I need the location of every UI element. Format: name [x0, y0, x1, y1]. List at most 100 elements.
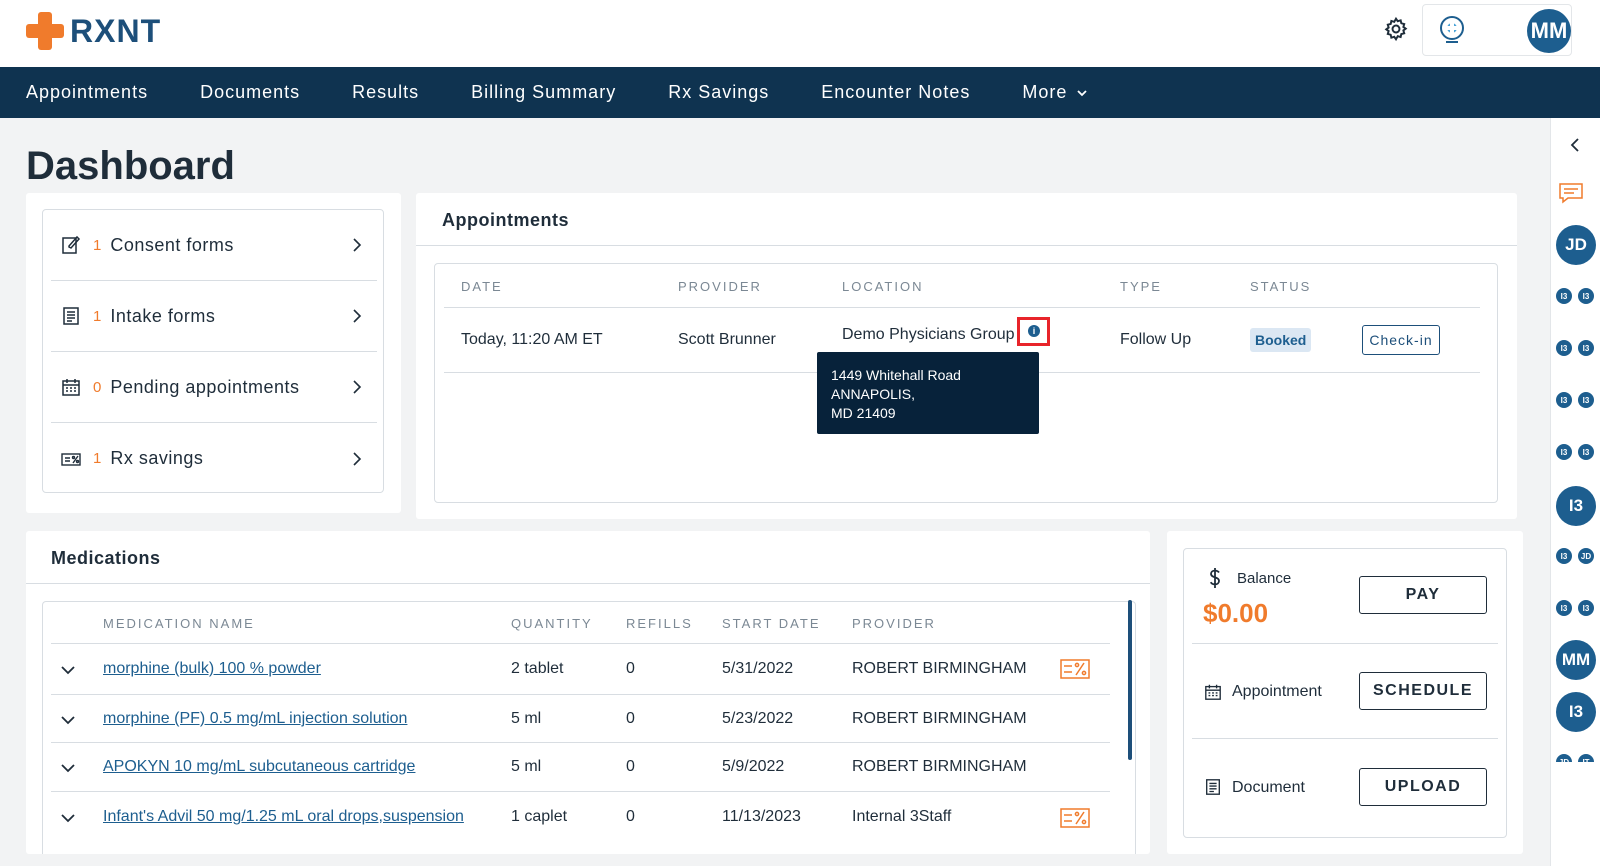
- nav-billing-summary[interactable]: Billing Summary: [471, 82, 616, 103]
- medication-start-date: 5/23/2022: [722, 710, 794, 727]
- divider: [51, 791, 1110, 792]
- consent-form-icon: [62, 235, 81, 254]
- sidebar-mini-avatar[interactable]: I3: [1578, 288, 1594, 304]
- collapse-chevron-icon[interactable]: [1569, 138, 1581, 152]
- col-date: DATE: [461, 279, 503, 294]
- rxnt-logo[interactable]: RXNT: [26, 12, 161, 50]
- balance-label: Balance: [1237, 570, 1292, 587]
- location-tooltip: 1449 Whitehall Road ANNAPOLIS, MD 21409: [817, 352, 1039, 434]
- quick-link-pending-appointments[interactable]: 0 Pending appointments: [51, 352, 377, 423]
- appointment-label: Appointment: [1232, 683, 1322, 700]
- sidebar-mini-avatar[interactable]: I3: [1578, 392, 1594, 408]
- sidebar-mini-avatar[interactable]: I3: [1556, 444, 1572, 460]
- medication-provider: ROBERT BIRMINGHAM: [852, 758, 1027, 775]
- user-avatar[interactable]: MM: [1527, 9, 1571, 53]
- info-icon: i: [1028, 325, 1040, 337]
- sidebar-mini-avatar[interactable]: I3: [1556, 340, 1572, 356]
- sidebar-mini-avatar[interactable]: JD: [1578, 548, 1594, 564]
- chevron-down-icon: [1077, 89, 1087, 96]
- nav-more-label: More: [1022, 82, 1068, 102]
- quick-link-rx-savings[interactable]: 1 Rx savings: [51, 423, 377, 494]
- medication-link[interactable]: morphine (PF) 0.5 mg/mL injection soluti…: [103, 710, 407, 728]
- col-start-date: START DATE: [722, 616, 821, 631]
- intake-form-icon: [63, 307, 79, 325]
- sidebar-overflow: JD IT: [1556, 754, 1600, 762]
- nav-appointments[interactable]: Appointments: [26, 82, 148, 103]
- sidebar-mini-avatar[interactable]: I3: [1578, 444, 1594, 460]
- intake-forms-count: 1: [93, 307, 102, 325]
- medications-card: Medications: [26, 531, 1150, 854]
- medications-scrollbar[interactable]: [1128, 600, 1132, 760]
- expand-row-icon[interactable]: [61, 665, 75, 675]
- expand-row-icon[interactable]: [61, 813, 75, 823]
- rx-savings-count: 1: [93, 450, 102, 467]
- col-med-provider: PROVIDER: [852, 616, 936, 631]
- sidebar-mini-avatar[interactable]: IT: [1578, 754, 1594, 762]
- medication-link[interactable]: APOKYN 10 mg/mL subcutaneous cartridge: [103, 758, 415, 776]
- col-location: LOCATION: [842, 279, 924, 294]
- pending-appointments-count: 0: [93, 378, 102, 396]
- document-label: Document: [1232, 779, 1305, 796]
- medication-quantity: 1 caplet: [511, 808, 568, 825]
- document-icon: [1206, 779, 1220, 795]
- appointment-date: Today, 11:20 AM ET: [461, 331, 603, 348]
- medication-quantity: 2 tablet: [511, 660, 564, 677]
- check-in-button[interactable]: Check-in: [1362, 325, 1440, 355]
- sidebar-mini-avatar[interactable]: I3: [1578, 600, 1594, 616]
- brand-name: RXNT: [70, 12, 162, 49]
- sidebar-mini-avatar[interactable]: JD: [1556, 754, 1572, 762]
- sidebar-avatar-i3[interactable]: I3: [1556, 486, 1596, 526]
- consent-forms-count: 1: [93, 236, 102, 254]
- medication-provider: ROBERT BIRMINGHAM: [852, 660, 1027, 677]
- sidebar-mini-avatar[interactable]: I3: [1556, 288, 1572, 304]
- sidebar-mini-avatar[interactable]: I3: [1556, 600, 1572, 616]
- pay-button[interactable]: PAY: [1359, 576, 1487, 614]
- nav-documents[interactable]: Documents: [200, 82, 300, 103]
- schedule-button[interactable]: SCHEDULE: [1359, 672, 1487, 710]
- dollar-icon: [1209, 568, 1220, 588]
- appointment-location: Demo Physicians Group: [842, 326, 1015, 343]
- divider: [51, 742, 1110, 743]
- nav-rx-savings[interactable]: Rx Savings: [668, 82, 769, 103]
- sidebar-mini-avatar[interactable]: I3: [1556, 392, 1572, 408]
- tooltip-city-line: ANNAPOLIS,: [831, 386, 916, 402]
- expand-row-icon[interactable]: [61, 763, 75, 773]
- nav-more[interactable]: More: [1022, 82, 1087, 103]
- quick-links-list: 1 Consent forms 1 Intake forms 0 Pending…: [42, 209, 384, 493]
- medication-link[interactable]: morphine (bulk) 100 % powder: [103, 660, 321, 678]
- medication-link[interactable]: Infant's Advil 50 mg/1.25 mL oral drops,…: [103, 808, 464, 826]
- chevron-right-icon: [353, 238, 362, 252]
- rx-discount-icon[interactable]: [1060, 659, 1090, 679]
- sidebar-mini-avatar[interactable]: I3: [1556, 548, 1572, 564]
- status-badge: Booked: [1250, 328, 1312, 352]
- user-menu[interactable]: MM: [1422, 4, 1572, 56]
- page-title: Dashboard: [26, 144, 235, 188]
- sidebar-avatar-mm[interactable]: MM: [1556, 640, 1596, 680]
- chat-icon[interactable]: [1558, 182, 1584, 204]
- col-refills: REFILLS: [626, 616, 693, 631]
- medications-title: Medications: [51, 548, 161, 568]
- chevron-right-icon: [353, 451, 362, 466]
- quick-link-consent-forms[interactable]: 1 Consent forms: [51, 210, 377, 281]
- nav-results[interactable]: Results: [352, 82, 419, 103]
- rx-discount-icon[interactable]: [1060, 808, 1090, 828]
- quick-link-intake-forms[interactable]: 1 Intake forms: [51, 281, 377, 352]
- nav-encounter-notes[interactable]: Encounter Notes: [821, 82, 970, 103]
- location-info-button[interactable]: i: [1017, 317, 1050, 346]
- intake-forms-label: Intake forms: [110, 305, 216, 326]
- divider: [26, 583, 1150, 584]
- tooltip-address-line: 1449 Whitehall Road: [831, 367, 961, 383]
- medication-start-date: 11/13/2023: [722, 808, 801, 825]
- medication-refills: 0: [626, 808, 635, 825]
- divider: [1192, 738, 1498, 739]
- quick-links-card: 1 Consent forms 1 Intake forms 0 Pending…: [26, 193, 401, 513]
- sidebar-avatar-i3[interactable]: I3: [1556, 692, 1596, 732]
- sidebar-avatar-jd[interactable]: JD: [1556, 225, 1596, 265]
- upload-button[interactable]: UPLOAD: [1359, 768, 1487, 806]
- top-header: RXNT MM: [0, 0, 1600, 67]
- appointment-type: Follow Up: [1120, 331, 1192, 348]
- expand-row-icon[interactable]: [61, 715, 75, 725]
- medication-start-date: 5/9/2022: [722, 758, 785, 775]
- settings-gear-icon[interactable]: [1383, 16, 1409, 42]
- sidebar-mini-avatar[interactable]: I3: [1578, 340, 1594, 356]
